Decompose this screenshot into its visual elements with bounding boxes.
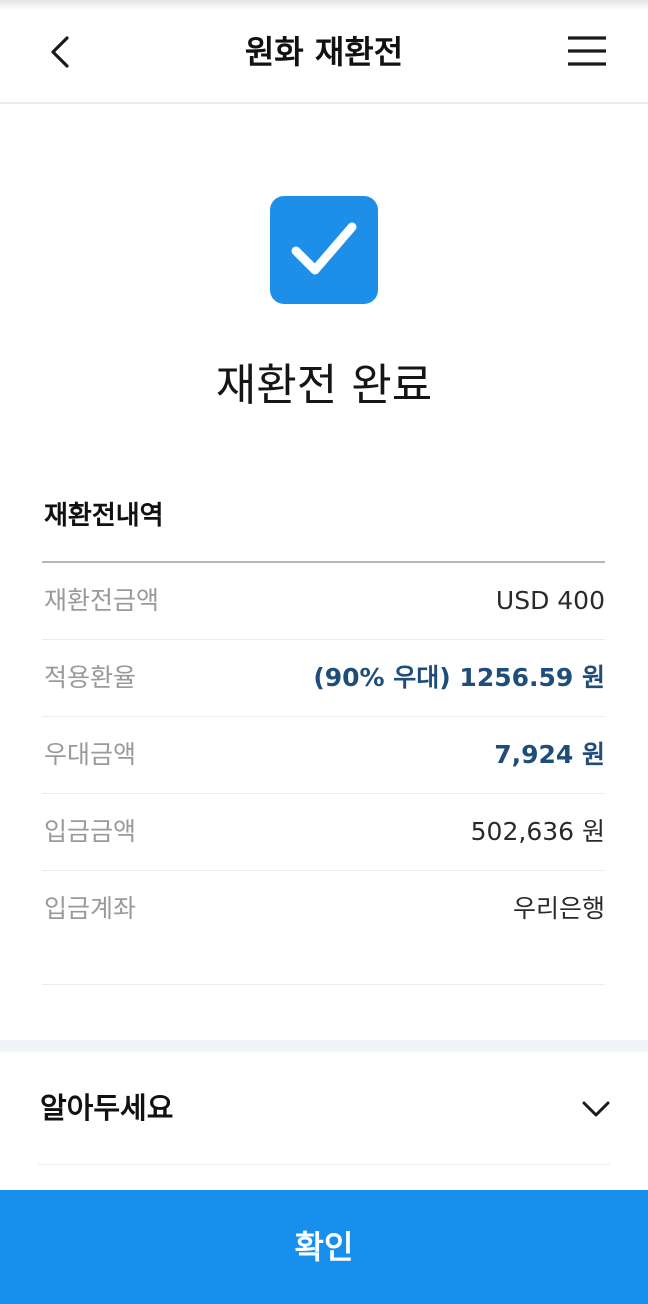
success-check-icon: [270, 196, 378, 304]
hamburger-menu-icon: [568, 36, 606, 66]
detail-row-account: 입금계좌 우리은행: [42, 871, 605, 948]
detail-label: 재환전금액: [44, 586, 160, 615]
details-section-title: 재환전내역: [44, 501, 164, 531]
detail-row-amount: 재환전금액 USD 400: [42, 563, 605, 640]
detail-row-rate: 적용환율 (90% 우대) 1256.59 원: [42, 640, 605, 717]
app-header: 원화 재환전: [0, 0, 648, 104]
detail-value: 7,924 원: [494, 740, 605, 769]
detail-row-deposit: 입금금액 502,636 원: [42, 794, 605, 871]
detail-label: 입금계좌: [44, 894, 137, 923]
notice-divider: [38, 1164, 610, 1165]
confirm-button[interactable]: 확인: [0, 1190, 648, 1304]
detail-value: USD 400: [495, 586, 605, 615]
detail-label: 적용환율: [44, 663, 137, 692]
chevron-down-icon: [582, 1101, 610, 1117]
completion-title: 재환전 완료: [215, 360, 433, 411]
list-end-divider: [42, 984, 605, 985]
page-title: 원화 재환전: [244, 33, 404, 71]
menu-button[interactable]: [556, 24, 620, 80]
detail-label: 입금금액: [44, 817, 137, 846]
notice-accordion[interactable]: 알아두세요: [0, 1052, 648, 1166]
check-square-icon: [291, 222, 357, 275]
detail-value: 502,636 원: [470, 817, 605, 846]
detail-value: 우리은행: [512, 894, 605, 923]
detail-value: (90% 우대) 1256.59 원: [313, 663, 605, 692]
section-separator: [0, 1040, 648, 1052]
detail-row-discount: 우대금액 7,924 원: [42, 717, 605, 794]
notice-title: 알아두세요: [40, 1091, 174, 1125]
detail-label: 우대금액: [44, 740, 137, 769]
